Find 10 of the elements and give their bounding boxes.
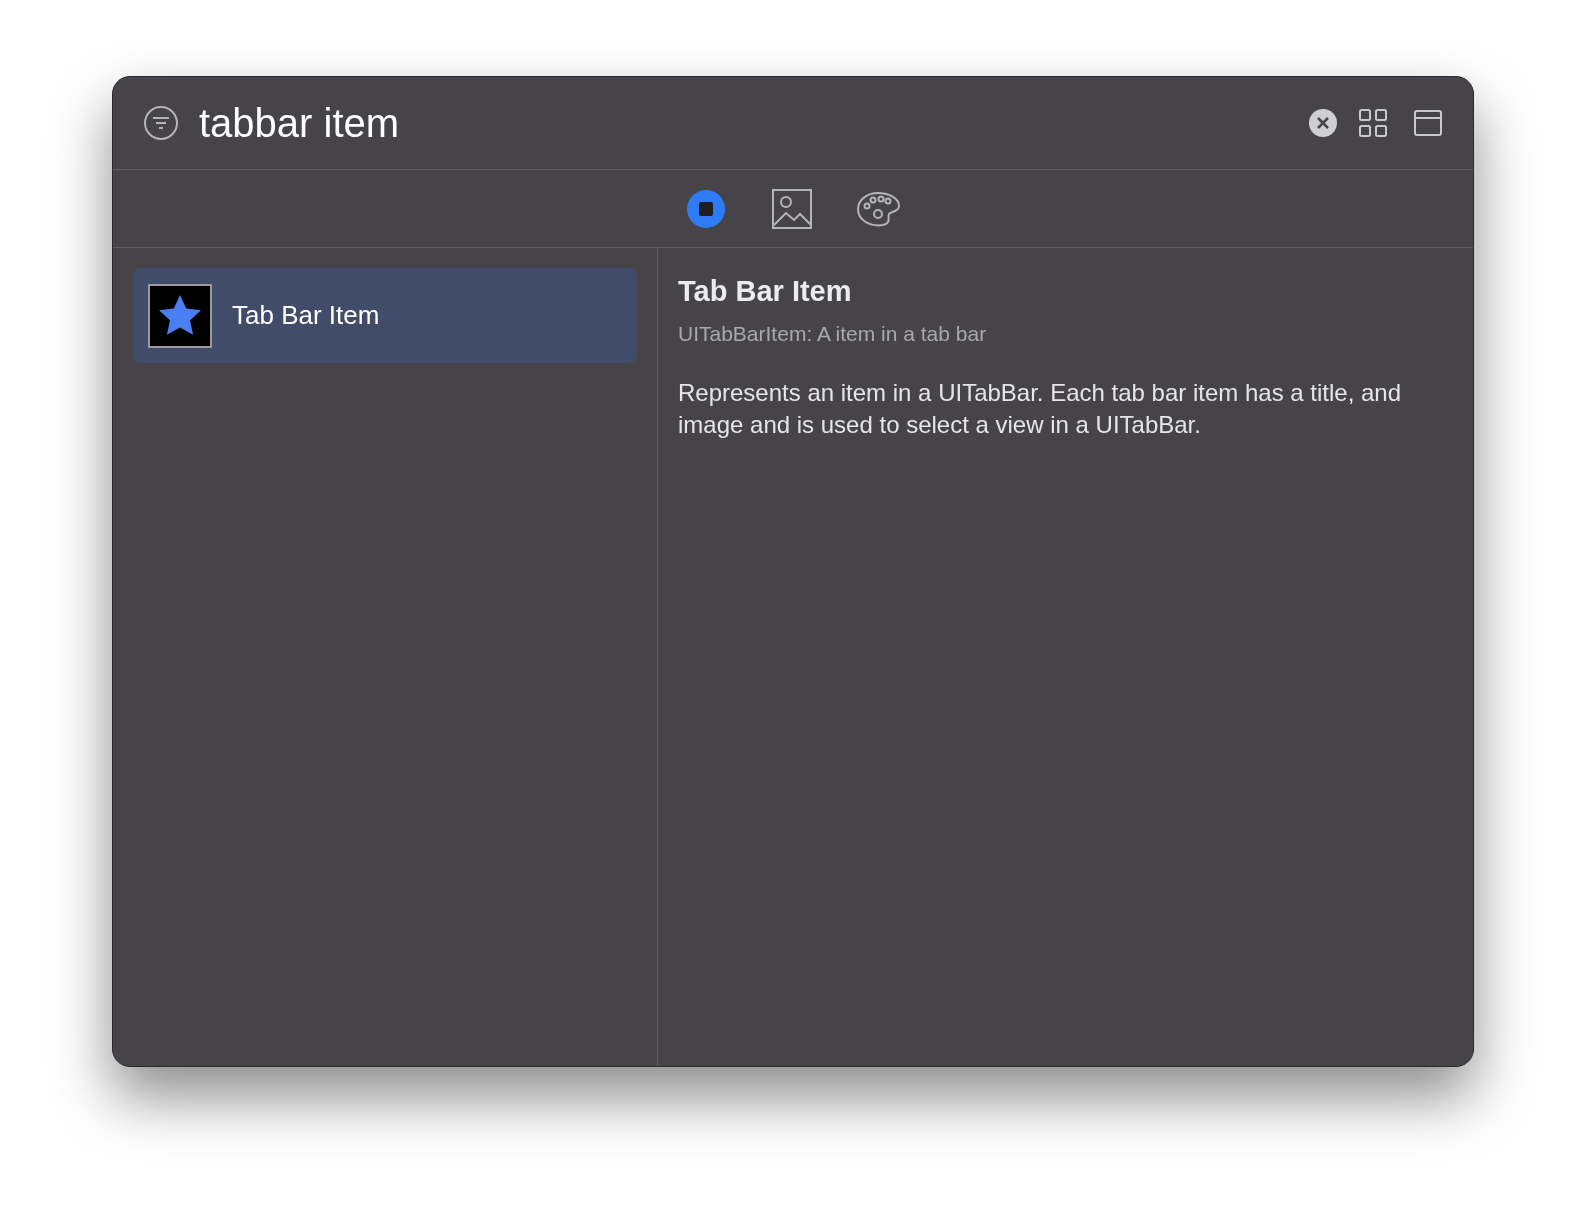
result-title: Tab Bar Item <box>232 299 380 332</box>
search-field[interactable]: tabbar item <box>199 93 799 153</box>
window-icon[interactable] <box>1413 108 1443 138</box>
detail-title: Tab Bar Item <box>678 274 852 309</box>
filter-icon[interactable] <box>143 105 179 141</box>
result-item[interactable]: Tab Bar Item <box>133 268 637 363</box>
grid-view-icon[interactable] <box>1358 108 1388 138</box>
detail-description: Represents an item in a UITabBar. Each tab bar item has a title, and image and is used to select a view in a UITabBar. <box>678 378 1403 440</box>
detail-subtitle: UITabBarItem: A item in a tab bar <box>678 320 987 347</box>
clear-icon[interactable] <box>1308 108 1338 138</box>
